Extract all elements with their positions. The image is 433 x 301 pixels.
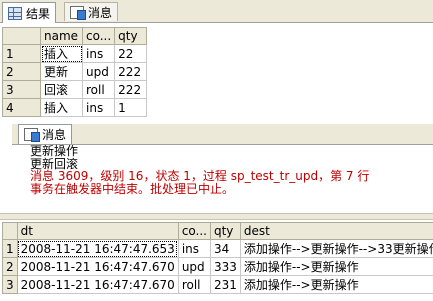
tab-results[interactable]: 结果 — [2, 2, 57, 23]
cell-qty[interactable]: 222 — [114, 80, 148, 99]
grid-header-row: dt co... qty dest — [2, 222, 433, 240]
cell-co[interactable]: ins — [177, 239, 211, 258]
cell-co[interactable]: roll — [177, 275, 211, 294]
error-message-line: 消息 3609，级别 16，状态 1，过程 sp_test_tr_upd，第 7… — [30, 169, 370, 183]
cell-co[interactable]: upd — [81, 62, 116, 81]
cell-dt[interactable]: 2008-11-21 16:47:47.653 — [16, 239, 179, 258]
row-header[interactable]: 3 — [2, 80, 41, 99]
table-row[interactable]: 2 2008-11-21 16:47:47.670 upd 333 添加操作--… — [2, 257, 433, 276]
cell-qty[interactable]: 231 — [209, 275, 241, 294]
row-header[interactable]: 2 — [2, 257, 18, 276]
cell-dest[interactable]: 添加操作-->更新操作 — [239, 275, 433, 294]
table-row[interactable]: 1 插入 ins 22 — [2, 44, 148, 63]
results-tab-bar: 结果 消息 — [0, 0, 433, 23]
message-icon — [24, 128, 40, 142]
cell-name[interactable]: 更新 — [40, 62, 83, 81]
column-header-co[interactable]: co... — [81, 27, 116, 45]
cell-dt[interactable]: 2008-11-21 16:47:47.670 — [16, 275, 179, 294]
row-header[interactable]: 1 — [2, 239, 18, 258]
row-header[interactable]: 1 — [2, 44, 41, 63]
cell-name[interactable]: 回滚 — [40, 80, 83, 99]
cell-co[interactable]: upd — [177, 257, 211, 276]
cell-qty[interactable]: 22 — [114, 44, 148, 63]
cell-dt[interactable]: 2008-11-21 16:47:47.670 — [16, 257, 179, 276]
column-header-dt[interactable]: dt — [16, 222, 179, 240]
table-row[interactable]: 4 插入 ins 1 — [2, 98, 148, 117]
panel-splitter[interactable] — [0, 213, 433, 220]
cell-name[interactable]: 插入 — [40, 44, 83, 63]
grid-corner[interactable] — [2, 222, 18, 240]
table-row[interactable]: 3 回滚 roll 222 — [2, 80, 148, 99]
table-row[interactable]: 1 2008-11-21 16:47:47.653 ins 34 添加操作-->… — [2, 239, 433, 258]
tab-messages-inner[interactable]: 消息 — [18, 124, 73, 144]
tab-messages-label: 消息 — [88, 5, 113, 20]
grid-corner[interactable] — [2, 27, 41, 45]
cell-qty[interactable]: 333 — [209, 257, 241, 276]
column-header-name[interactable]: name — [40, 27, 83, 45]
column-header-qty[interactable]: qty — [209, 222, 241, 240]
messages-tab-bar: 消息 — [12, 124, 433, 145]
tab-results-label: 结果 — [26, 6, 51, 21]
cell-name[interactable]: 插入 — [40, 98, 83, 117]
cell-qty[interactable]: 34 — [209, 239, 241, 258]
cell-dest[interactable]: 添加操作-->更新操作 — [239, 257, 433, 276]
cell-co[interactable]: ins — [81, 98, 116, 117]
grid-header-row: name co... qty — [2, 27, 148, 45]
cell-qty[interactable]: 222 — [114, 62, 148, 81]
messages-panel: 消息 更新操作 更新回滚 消息 3609，级别 16，状态 1，过程 sp_te… — [12, 124, 433, 211]
messages-tab-label: 消息 — [42, 128, 67, 142]
tab-messages[interactable]: 消息 — [64, 2, 119, 21]
row-header[interactable]: 4 — [2, 98, 41, 117]
row-header[interactable]: 2 — [2, 62, 41, 81]
cell-co[interactable]: roll — [81, 80, 116, 99]
messages-text: 更新操作 更新回滚 消息 3609，级别 16，状态 1，过程 sp_test_… — [30, 145, 369, 195]
message-line: 更新操作 — [30, 144, 79, 158]
message-icon — [70, 5, 86, 20]
cell-dest[interactable]: 添加操作-->更新操作-->33更新操作 — [239, 239, 433, 258]
error-message-line: 事务在触发器中结束。批处理已中止。 — [30, 181, 235, 196]
cell-qty[interactable]: 1 — [114, 98, 148, 117]
cell-co[interactable]: ins — [81, 44, 116, 63]
table-row[interactable]: 2 更新 upd 222 — [2, 62, 148, 81]
table-row[interactable]: 3 2008-11-21 16:47:47.670 roll 231 添加操作-… — [2, 275, 433, 294]
column-header-qty[interactable]: qty — [114, 27, 148, 45]
row-header[interactable]: 3 — [2, 275, 18, 294]
column-header-co[interactable]: co... — [177, 222, 211, 240]
results-grid-1: name co... qty 1 插入 ins 22 2 更新 upd 222 … — [2, 27, 148, 117]
grid-icon — [8, 6, 22, 20]
column-header-dest[interactable]: dest — [239, 222, 433, 240]
results-grid-2: dt co... qty dest 1 2008-11-21 16:47:47.… — [2, 222, 433, 294]
